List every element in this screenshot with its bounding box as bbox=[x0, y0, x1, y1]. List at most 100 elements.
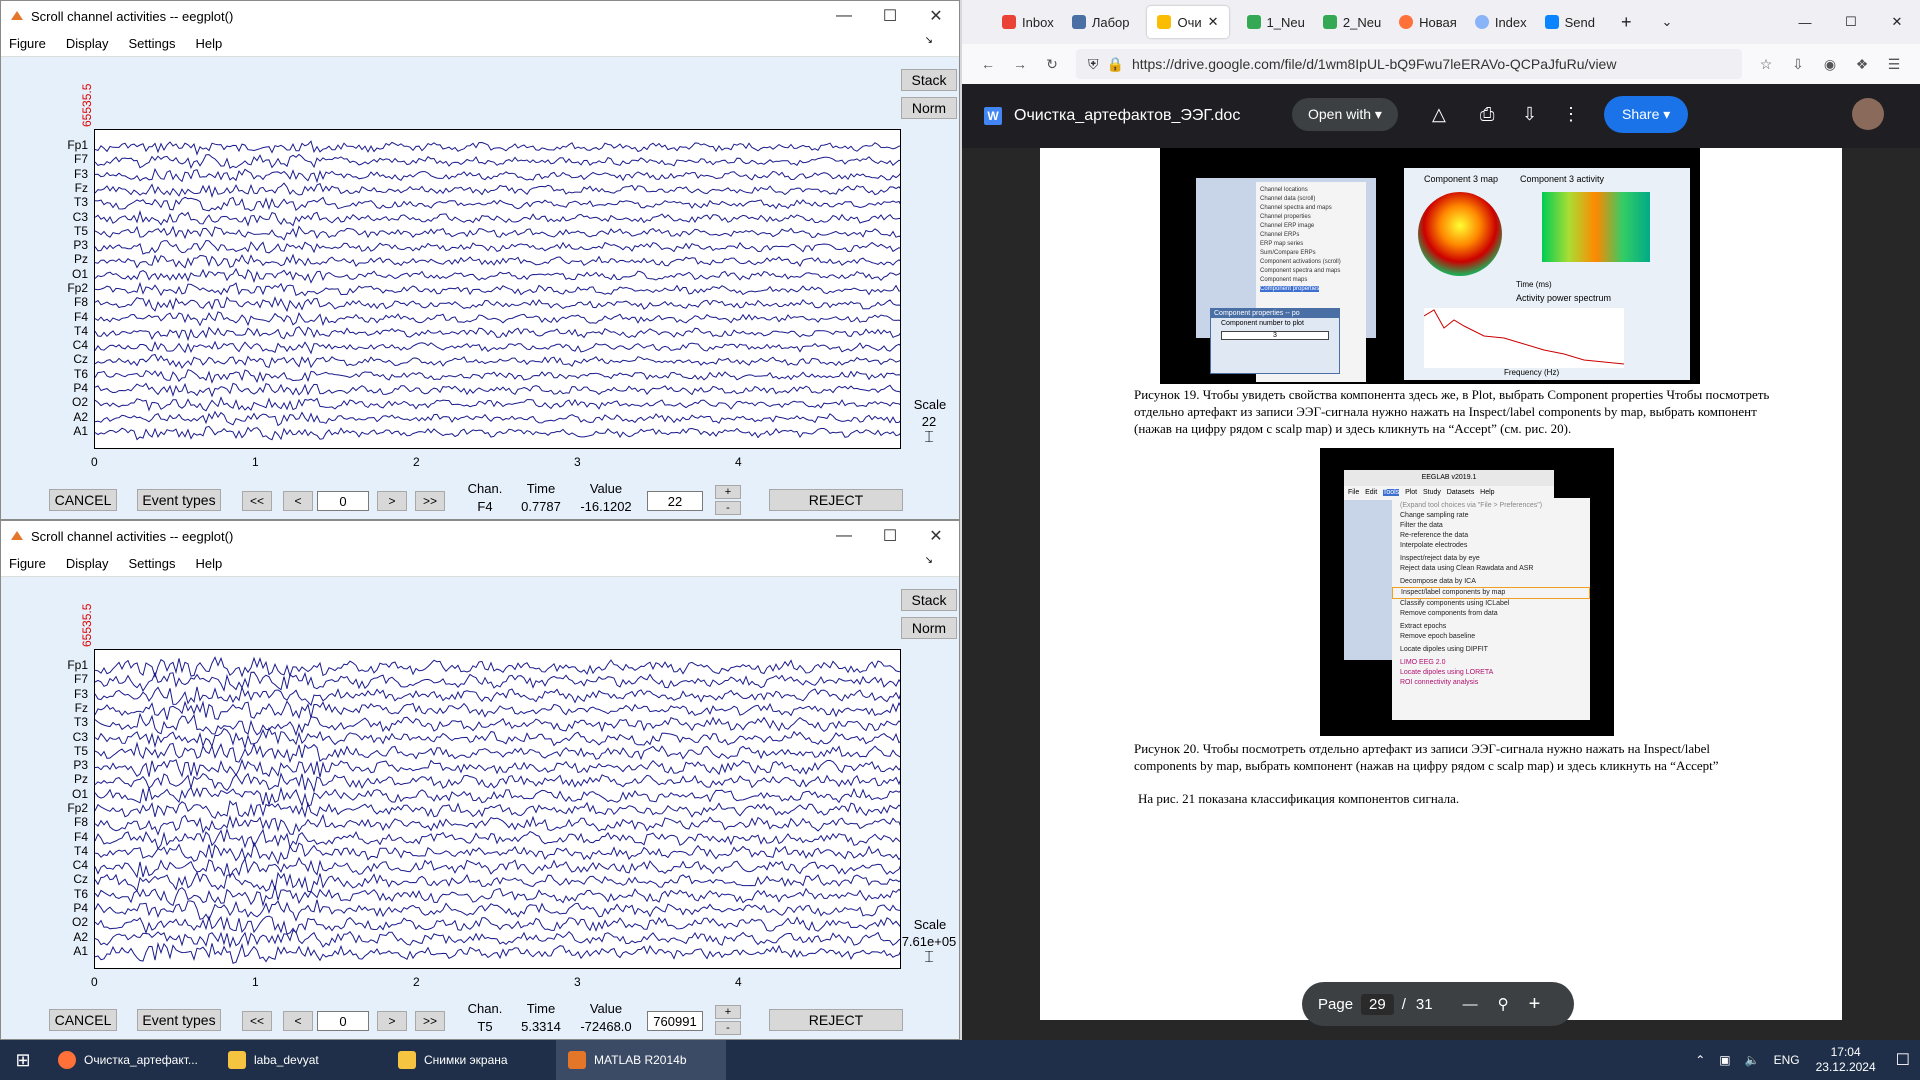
close-button[interactable]: ✕ bbox=[913, 521, 959, 551]
account-icon[interactable]: ◉ bbox=[1814, 56, 1846, 73]
menu-settings[interactable]: Settings bbox=[128, 36, 175, 51]
nav-last-button[interactable]: >> bbox=[415, 491, 445, 511]
cancel-button[interactable]: CANCEL bbox=[49, 489, 117, 511]
tab-neu1[interactable]: 1_Neu bbox=[1246, 15, 1305, 30]
document-page: Channel locations Channel data (scroll) Ch… bbox=[1040, 148, 1842, 1020]
add-shortcut-icon[interactable]: △ bbox=[1432, 104, 1446, 125]
dock-icon[interactable]: ↘ bbox=[925, 555, 933, 566]
scale-decrease-button[interactable]: - bbox=[715, 501, 741, 515]
close-tab-icon[interactable]: ✕ bbox=[1208, 14, 1219, 30]
nav-first-button[interactable]: << bbox=[242, 1011, 272, 1031]
eeg-traces[interactable] bbox=[94, 129, 901, 449]
reject-button[interactable]: REJECT bbox=[769, 1009, 903, 1031]
extensions-icon[interactable]: ❖ bbox=[1846, 56, 1878, 73]
forward-icon[interactable]: → bbox=[1004, 56, 1036, 72]
maximize-button[interactable]: ☐ bbox=[867, 521, 913, 551]
cancel-button[interactable]: CANCEL bbox=[49, 1009, 117, 1031]
download-icon[interactable]: ⇩ bbox=[1522, 104, 1537, 125]
scale-input[interactable]: 22 bbox=[647, 491, 703, 511]
window-1-titlebar[interactable]: Scroll channel activities -- eegplot() —… bbox=[1, 1, 959, 31]
page-number-input[interactable]: 29 bbox=[1361, 993, 1394, 1015]
network-icon[interactable]: ▣ bbox=[1719, 1053, 1730, 1067]
tab-lab[interactable]: Лабор bbox=[1071, 15, 1129, 30]
norm-button[interactable]: Norm bbox=[901, 617, 957, 639]
eeg-trace-P4 bbox=[95, 899, 900, 922]
windows-start-icon[interactable]: ⊞ bbox=[0, 1050, 46, 1071]
taskbar-item-firefox[interactable]: Очистка_артефакт... bbox=[46, 1040, 216, 1080]
taskbar-item-folder-2[interactable]: Снимки экрана bbox=[386, 1040, 556, 1080]
eeg-traces[interactable] bbox=[94, 649, 901, 969]
download-icon[interactable]: ⇩ bbox=[1782, 56, 1814, 73]
minimize-button[interactable]: — bbox=[821, 1, 867, 31]
menu-display[interactable]: Display bbox=[66, 36, 109, 51]
chevron-down-icon[interactable]: ⌄ bbox=[1662, 14, 1673, 30]
nav-last-button[interactable]: >> bbox=[415, 1011, 445, 1031]
minimize-button[interactable]: — bbox=[821, 521, 867, 551]
channel-label-F8: F8 bbox=[73, 815, 88, 830]
dock-icon[interactable]: ↘ bbox=[925, 35, 933, 46]
menu-settings[interactable]: Settings bbox=[128, 556, 175, 571]
close-button[interactable]: ✕ bbox=[1874, 14, 1920, 30]
x-tick-label: 2 bbox=[413, 455, 420, 469]
drive-icon bbox=[1157, 15, 1172, 29]
position-input[interactable]: 0 bbox=[317, 491, 369, 511]
nav-next-button[interactable]: > bbox=[377, 491, 407, 511]
stack-button[interactable]: Stack bbox=[901, 69, 957, 91]
more-options-icon[interactable]: ⋮ bbox=[1562, 104, 1580, 125]
scale-increase-button[interactable]: + bbox=[715, 1005, 741, 1019]
lock-icon: 🔒 bbox=[1106, 55, 1124, 72]
tab-drive-doc[interactable]: Очи ✕ bbox=[1147, 6, 1229, 38]
position-input[interactable]: 0 bbox=[317, 1011, 369, 1031]
eeg-trace-T6 bbox=[95, 369, 900, 384]
tab-new[interactable]: Новая bbox=[1399, 15, 1457, 30]
print-icon[interactable]: ⎙ bbox=[1480, 104, 1494, 125]
share-button[interactable]: Share ▾ bbox=[1604, 96, 1689, 133]
scale-input[interactable]: 760991 bbox=[647, 1011, 703, 1031]
notification-icon[interactable]: ☐ bbox=[1896, 1050, 1910, 1070]
close-button[interactable]: ✕ bbox=[913, 1, 959, 31]
zoom-in-icon[interactable]: + bbox=[1529, 993, 1541, 1016]
chevron-up-icon[interactable]: ⌃ bbox=[1695, 1053, 1705, 1067]
stack-button[interactable]: Stack bbox=[901, 589, 957, 611]
language-indicator[interactable]: ENG bbox=[1774, 1053, 1800, 1067]
avatar[interactable] bbox=[1852, 98, 1884, 130]
event-types-button[interactable]: Event types bbox=[137, 489, 221, 511]
bookmark-icon[interactable]: ☆ bbox=[1750, 56, 1782, 73]
menu-display[interactable]: Display bbox=[66, 556, 109, 571]
zoom-icon[interactable]: ⚲ bbox=[1498, 995, 1509, 1013]
taskbar-item-matlab[interactable]: MATLAB R2014b bbox=[556, 1040, 726, 1080]
reject-button[interactable]: REJECT bbox=[769, 489, 903, 511]
maximize-button[interactable]: ☐ bbox=[1828, 14, 1874, 30]
new-tab-icon[interactable]: + bbox=[1621, 12, 1632, 33]
back-icon[interactable]: ← bbox=[972, 56, 1004, 72]
nav-first-button[interactable]: << bbox=[242, 491, 272, 511]
nav-prev-button[interactable]: < bbox=[283, 491, 313, 511]
tab-send[interactable]: Send bbox=[1544, 15, 1595, 30]
menu-help[interactable]: Help bbox=[195, 36, 222, 51]
page-total: 31 bbox=[1415, 995, 1433, 1013]
nav-next-button[interactable]: > bbox=[377, 1011, 407, 1031]
clock[interactable]: 17:04 23.12.2024 bbox=[1816, 1045, 1876, 1075]
tab-index[interactable]: Index bbox=[1474, 15, 1527, 30]
window-2-titlebar[interactable]: Scroll channel activities -- eegplot() —… bbox=[1, 521, 959, 551]
event-types-button[interactable]: Event types bbox=[137, 1009, 221, 1031]
scale-decrease-button[interactable]: - bbox=[715, 1021, 741, 1035]
menu-figure[interactable]: Figure bbox=[9, 556, 46, 571]
open-with-button[interactable]: Open with ▾ bbox=[1292, 98, 1398, 131]
value-header: Value bbox=[589, 1001, 623, 1016]
tab-inbox[interactable]: Inbox bbox=[1002, 15, 1054, 30]
minimize-button[interactable]: — bbox=[1782, 15, 1828, 30]
norm-button[interactable]: Norm bbox=[901, 97, 957, 119]
volume-icon[interactable]: 🔈 bbox=[1745, 1053, 1760, 1067]
zoom-out-icon[interactable]: — bbox=[1463, 996, 1478, 1013]
reload-icon[interactable]: ↻ bbox=[1036, 56, 1068, 73]
scale-increase-button[interactable]: + bbox=[715, 485, 741, 499]
maximize-button[interactable]: ☐ bbox=[867, 1, 913, 31]
menu-help[interactable]: Help bbox=[195, 556, 222, 571]
taskbar-item-folder-1[interactable]: laba_devyat bbox=[216, 1040, 386, 1080]
url-bar[interactable]: ⛨ 🔒 https://drive.google.com/file/d/1wm8… bbox=[1076, 49, 1742, 79]
nav-prev-button[interactable]: < bbox=[283, 1011, 313, 1031]
tab-neu2[interactable]: 2_Neu bbox=[1322, 15, 1381, 30]
menu-icon[interactable]: ☰ bbox=[1878, 56, 1910, 73]
menu-figure[interactable]: Figure bbox=[9, 36, 46, 51]
